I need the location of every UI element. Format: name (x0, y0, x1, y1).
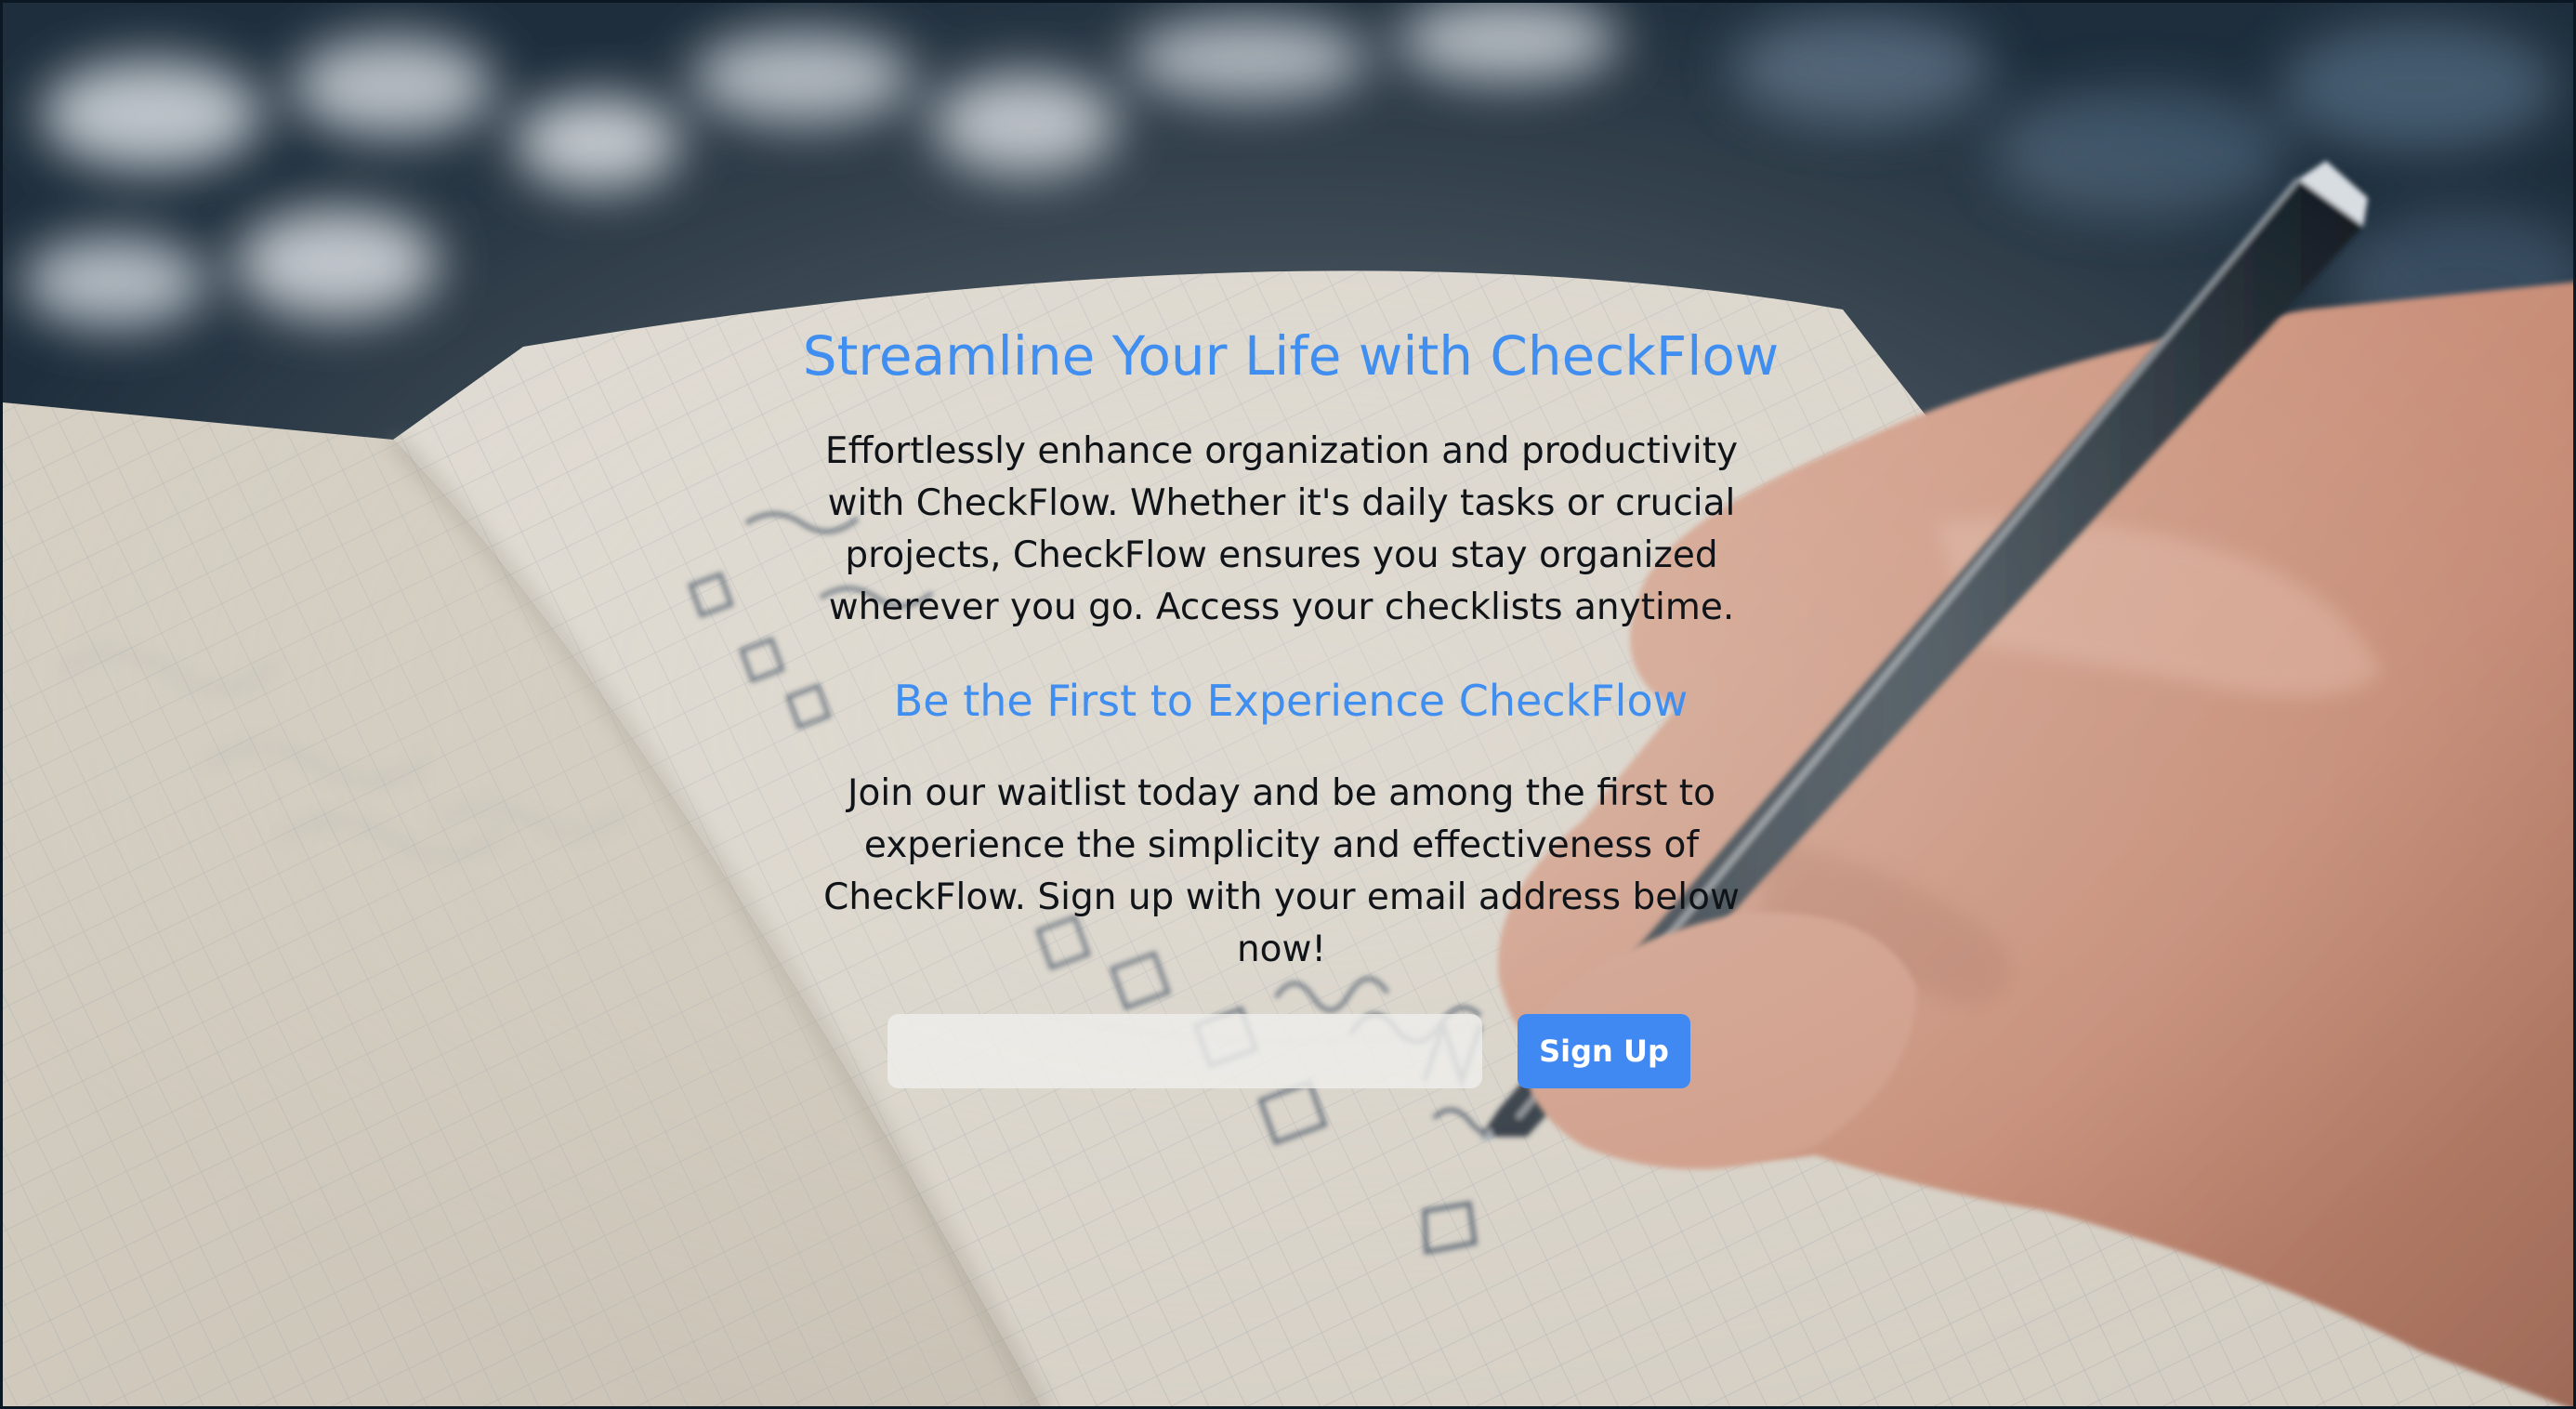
signup-form: Sign Up (887, 1014, 1690, 1088)
hero-intro-text: Effortlessly enhance organization and pr… (824, 430, 1739, 628)
page-frame: Streamline Your Life with CheckFlow Effo… (0, 0, 2576, 1409)
waitlist-description: Join our waitlist today and be among the… (823, 772, 1740, 970)
waitlist-heading: Be the First to Experience CheckFlow (893, 676, 1689, 726)
hero-headline: Streamline Your Life with CheckFlow (802, 324, 1780, 388)
sign-up-button[interactable]: Sign Up (1518, 1014, 1690, 1088)
hero-section: Streamline Your Life with CheckFlow Effo… (3, 3, 2573, 1406)
email-input[interactable] (887, 1014, 1482, 1088)
